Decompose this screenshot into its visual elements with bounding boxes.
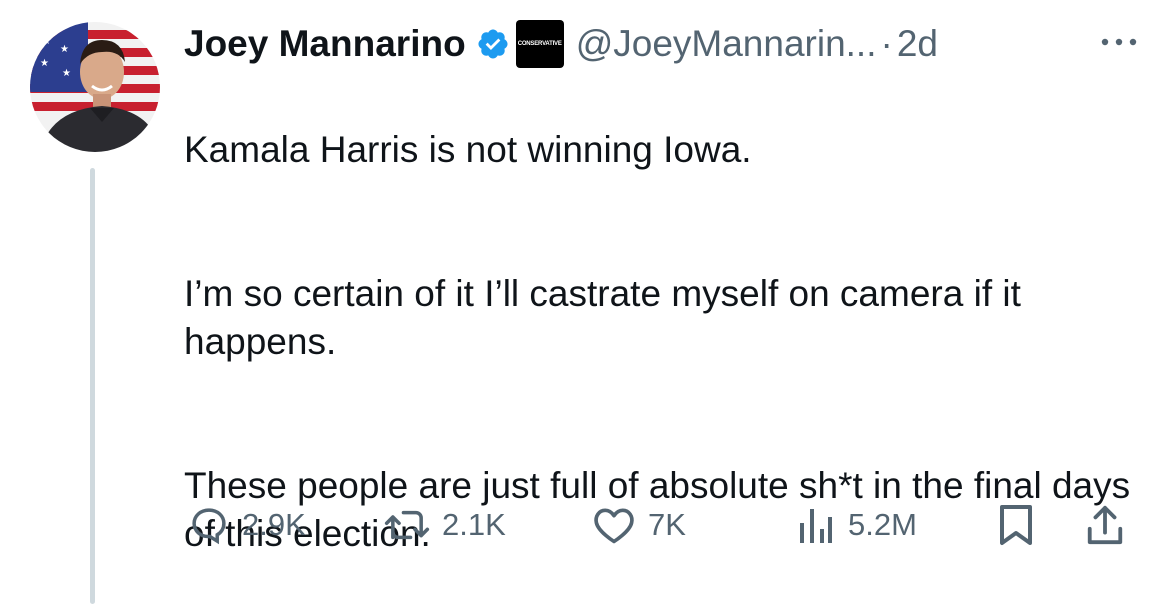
share-button[interactable] (1084, 500, 1126, 550)
tweet-paragraph: Kamala Harris is not winning Iowa. (184, 129, 752, 170)
views-button[interactable]: 5.2M (796, 500, 917, 550)
tweet-action-bar: 2.9K 2.1K 7K 5.2M (184, 500, 1144, 550)
thread-line (90, 168, 95, 604)
reply-count: 2.9K (242, 507, 306, 542)
svg-text:★: ★ (42, 36, 51, 47)
author-handle[interactable]: @JoeyMannarin... (576, 23, 877, 65)
bookmark-icon (1000, 505, 1032, 545)
avatar-image: ★ ★ ★ ★ (30, 22, 160, 152)
retweet-button[interactable]: 2.1K (384, 500, 506, 550)
tweet-timestamp[interactable]: 2d (897, 23, 938, 65)
heart-icon (594, 508, 634, 544)
tweet-paragraph: I’m so certain of it I’ll castrate mysel… (184, 273, 1021, 362)
retweet-count: 2.1K (442, 507, 506, 542)
svg-text:★: ★ (62, 68, 71, 79)
share-icon (1087, 505, 1123, 545)
svg-text:★: ★ (60, 44, 69, 55)
author-name[interactable]: Joey Mannarino (184, 23, 466, 65)
like-button[interactable]: 7K (592, 500, 686, 550)
separator-dot: · (880, 23, 893, 64)
retweet-icon (384, 510, 430, 540)
bookmark-button[interactable] (998, 500, 1034, 550)
author-avatar[interactable]: ★ ★ ★ ★ (30, 22, 160, 152)
svg-text:★: ★ (40, 58, 49, 69)
affiliation-badge-label: CONSERVATIVE (517, 41, 562, 47)
verified-badge-icon[interactable] (476, 27, 510, 61)
like-count: 7K (648, 507, 686, 542)
views-chart-icon (800, 509, 832, 543)
reply-icon (192, 508, 226, 545)
more-options-icon[interactable] (1097, 28, 1141, 56)
reply-button[interactable]: 2.9K (188, 500, 306, 550)
tweet-header: Joey Mannarino CONSERVATIVE @JoeyMannari… (184, 20, 938, 68)
views-count: 5.2M (848, 507, 917, 542)
affiliation-badge[interactable]: CONSERVATIVE (515, 20, 564, 68)
